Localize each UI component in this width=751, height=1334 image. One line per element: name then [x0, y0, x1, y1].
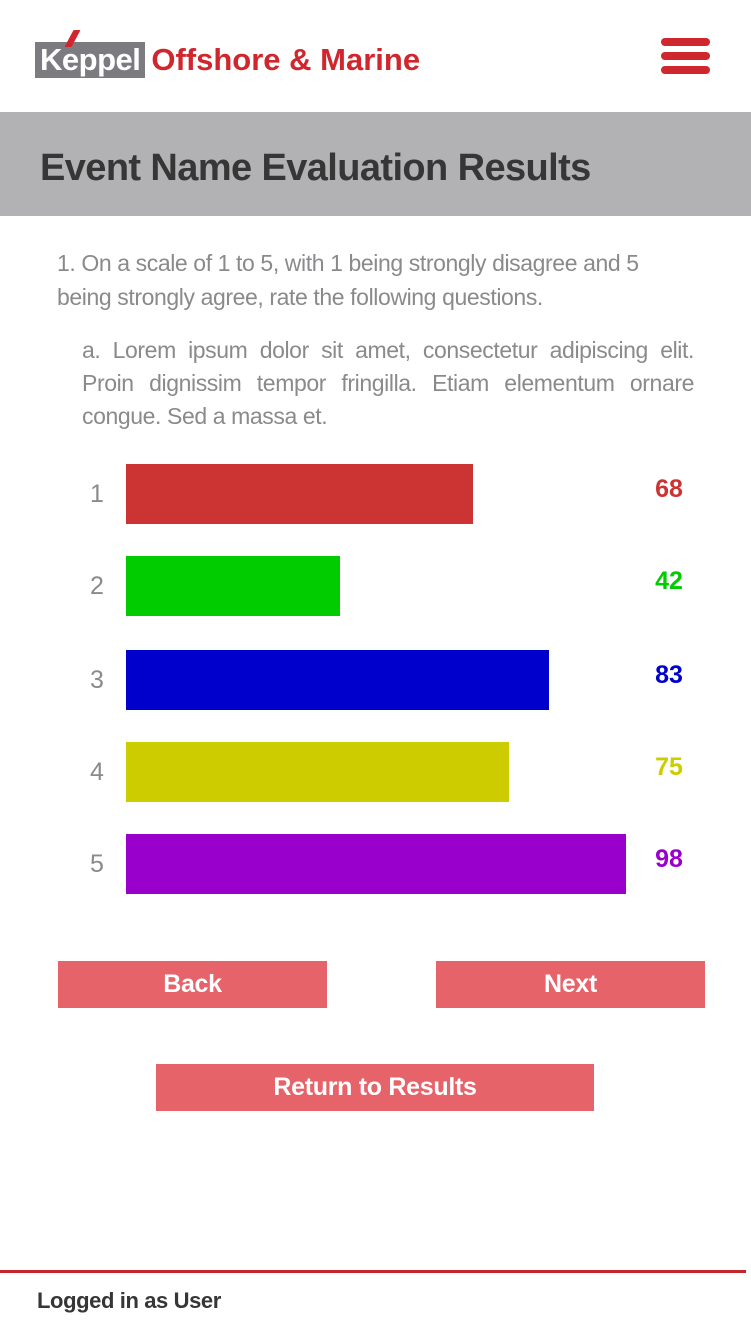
chart-row: 5 98: [0, 834, 751, 894]
logo-brand-box: Keppel: [35, 30, 146, 78]
bar: [126, 834, 626, 894]
chart-row: 1 68: [0, 464, 751, 524]
bar-category-label: 1: [90, 480, 104, 508]
logo-subtitle-text: Offshore & Marine: [151, 42, 421, 77]
bar-value-label: 42: [655, 567, 683, 595]
bar-value-label: 68: [655, 475, 683, 503]
bar: [126, 742, 509, 802]
chart-row: 2 42: [0, 556, 751, 616]
back-button[interactable]: Back: [58, 961, 327, 1008]
bar-value-label: 83: [655, 661, 683, 689]
footer-divider: [0, 1270, 746, 1273]
app-header: Keppel Offshore & Marine: [0, 0, 751, 112]
question-text: 1. On a scale of 1 to 5, with 1 being st…: [57, 250, 639, 310]
chart-row: 3 83: [0, 650, 751, 710]
bar-category-label: 4: [90, 758, 104, 786]
bar: [126, 650, 549, 710]
bar-value-label: 98: [655, 845, 683, 873]
return-to-results-button[interactable]: Return to Results: [156, 1064, 594, 1111]
next-button[interactable]: Next: [436, 961, 705, 1008]
bar-category-label: 3: [90, 666, 104, 694]
sub-question-text: a. Lorem ipsum dolor sit amet, consectet…: [82, 337, 694, 429]
login-status: Logged in as User: [37, 1288, 221, 1313]
bar: [126, 556, 340, 616]
brand-logo[interactable]: Keppel Offshore & Marine: [35, 30, 421, 78]
chart-row: 4 75: [0, 742, 751, 802]
hamburger-menu-icon[interactable]: [661, 38, 710, 74]
logo-brand-text: Keppel: [40, 42, 141, 77]
bar-value-label: 75: [655, 753, 683, 781]
bar-category-label: 2: [90, 572, 104, 600]
page-title: Event Name Evaluation Results: [40, 147, 591, 189]
bar: [126, 464, 473, 524]
bar-category-label: 5: [90, 850, 104, 878]
